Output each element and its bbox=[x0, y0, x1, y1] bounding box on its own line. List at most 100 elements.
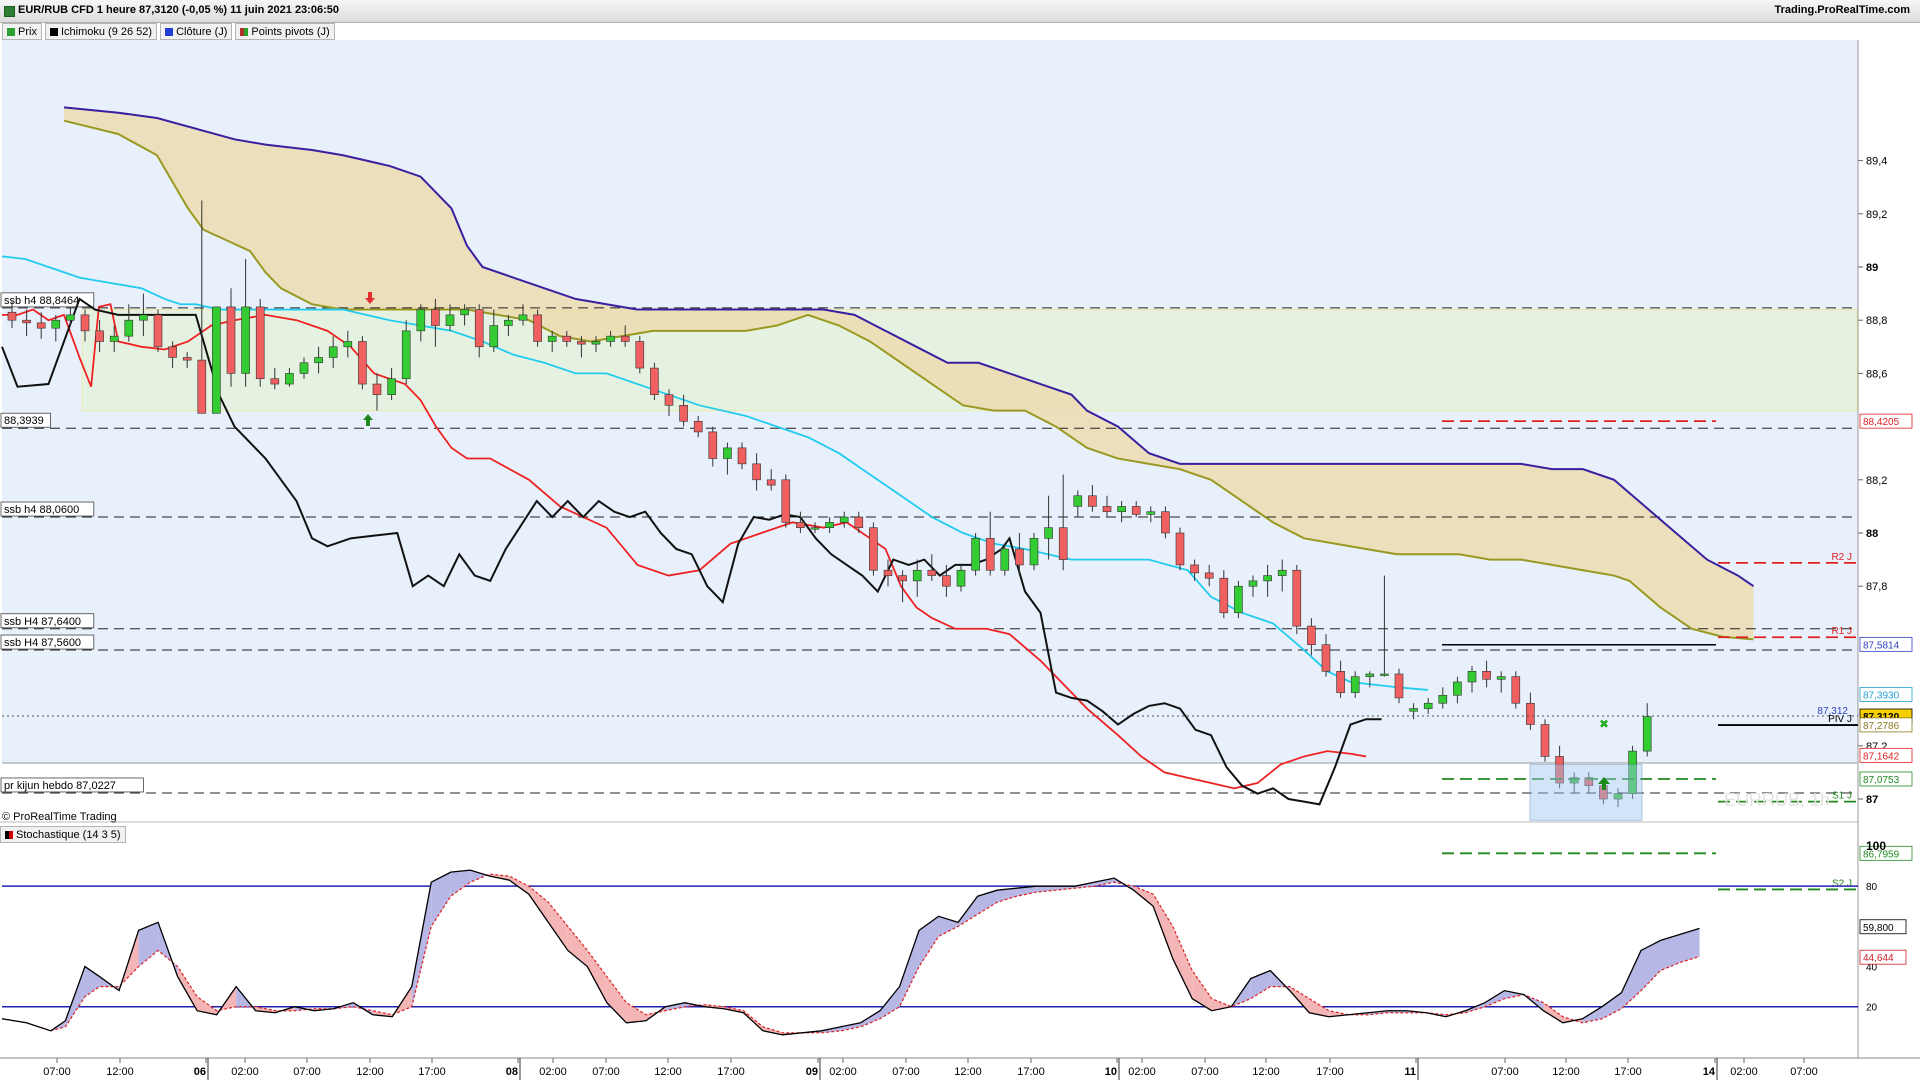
x-axis-label: 07:00 bbox=[43, 1066, 71, 1078]
candle-body bbox=[474, 309, 484, 348]
x-axis-label: 07:00 bbox=[293, 1066, 321, 1078]
legend-item-ichimoku[interactable]: Ichimoku (9 26 52) bbox=[44, 23, 158, 40]
stoch-fill-segment bbox=[919, 916, 939, 967]
price-tag-box bbox=[1859, 636, 1913, 652]
candle-body bbox=[1540, 724, 1550, 757]
candle-body bbox=[1526, 702, 1535, 725]
candle-body bbox=[650, 367, 659, 395]
candle-body bbox=[1365, 673, 1375, 677]
kijun-sen-line bbox=[1, 255, 1429, 691]
sell-arrow-icon bbox=[365, 292, 375, 304]
legend-item-prix[interactable]: Prix bbox=[2, 23, 42, 40]
level-label: ssb H4 87,6400 bbox=[4, 616, 81, 628]
candle-body bbox=[445, 314, 455, 326]
x-axis-label: 10 bbox=[1105, 1066, 1117, 1078]
stoch-fill-segment bbox=[684, 1002, 705, 1007]
stoch-value-tag bbox=[1859, 919, 1907, 935]
stoch-fill-segment bbox=[1075, 882, 1095, 889]
candle-body bbox=[1569, 777, 1579, 784]
candle-body bbox=[489, 325, 499, 348]
candle-body bbox=[547, 335, 557, 342]
stoch-fill-segment bbox=[626, 1002, 646, 1023]
buy-arrow-icon bbox=[363, 414, 373, 426]
candle-body bbox=[1088, 495, 1097, 507]
candle-body bbox=[1029, 538, 1039, 566]
stoch-fill-segment bbox=[255, 1006, 276, 1013]
stoch-axis-label: 20 bbox=[1866, 1003, 1878, 1014]
stoch-fill-segment bbox=[1172, 926, 1193, 999]
candle-body bbox=[1599, 785, 1608, 800]
legend-label: Prix bbox=[18, 25, 37, 38]
candle-body bbox=[1482, 671, 1491, 680]
candle-body bbox=[1409, 708, 1418, 712]
level-label-box bbox=[0, 412, 51, 428]
legend-swatch bbox=[7, 27, 15, 36]
candle-body bbox=[36, 322, 46, 329]
legend-swatch bbox=[240, 27, 249, 36]
candle-body bbox=[1219, 577, 1229, 614]
candle-body bbox=[343, 341, 353, 348]
stoch-value-label: 59,800 bbox=[1863, 923, 1894, 934]
stoch-fill-segment bbox=[1153, 894, 1173, 959]
x-axis-label: 07:00 bbox=[592, 1066, 620, 1078]
candle-body bbox=[956, 569, 966, 587]
stoch-fill-segment bbox=[84, 966, 100, 997]
candle-body bbox=[1073, 495, 1083, 507]
pivot-label: PIV J bbox=[1828, 714, 1852, 725]
candle-body bbox=[1131, 506, 1141, 515]
price-tag-box bbox=[1859, 687, 1913, 702]
stoch-fill-segment bbox=[841, 1022, 861, 1031]
x-axis-label: 02:00 bbox=[539, 1066, 567, 1078]
stoch-fill-segment bbox=[65, 966, 85, 1027]
candle-body bbox=[1146, 511, 1156, 515]
stoch-fill-segment bbox=[1484, 990, 1505, 1007]
legend-item-stochastique[interactable]: Stochastique (14 3 5) bbox=[0, 826, 126, 843]
kumo-cloud bbox=[64, 107, 1754, 640]
legend-swatch bbox=[49, 27, 58, 36]
x-axis-label: 02:00 bbox=[1128, 1066, 1156, 1078]
stoch-fill-segment bbox=[236, 986, 256, 1011]
stoch-fill-segment bbox=[138, 922, 159, 967]
stoch-fill-segment bbox=[1387, 1010, 1407, 1013]
candle-body bbox=[168, 346, 177, 358]
candle-body bbox=[80, 314, 90, 332]
legend-item-cloture[interactable]: Clôture (J) bbox=[160, 23, 233, 40]
stoch-fill-segment bbox=[431, 872, 451, 927]
candle-body bbox=[1190, 564, 1199, 574]
candle-body bbox=[679, 405, 688, 422]
price-tag-box bbox=[1859, 771, 1913, 787]
stoch-fill-segment bbox=[1231, 978, 1251, 1007]
price-tag-label: 87,0753 bbox=[1863, 775, 1900, 786]
candle-body bbox=[153, 314, 163, 348]
trading-chart-window: EUR/RUB CFD 1 heure 87,3120 (-0,05 %) 11… bbox=[0, 0, 1920, 1080]
stoch-fill-segment bbox=[1348, 1012, 1368, 1015]
source-link[interactable]: Trading.ProRealTime.com bbox=[1774, 4, 1910, 16]
x-axis-label: 07:00 bbox=[892, 1066, 920, 1078]
candle-body bbox=[387, 378, 396, 395]
price-tag-box bbox=[1859, 413, 1913, 429]
candle-body bbox=[285, 373, 294, 385]
x-axis-label: 12:00 bbox=[654, 1066, 682, 1078]
price-tag-label: 87,2786 bbox=[1863, 721, 1900, 732]
stoch-fill-segment bbox=[938, 916, 959, 937]
candle-body bbox=[985, 538, 995, 571]
stoch-fill-segment bbox=[958, 896, 978, 927]
stoch-axis-label: 80 bbox=[1866, 882, 1878, 893]
senkou-span-b-line bbox=[63, 106, 1755, 588]
legend-item-points-pivots[interactable]: Points pivots (J) bbox=[235, 23, 335, 40]
stoch-fill-segment bbox=[1621, 950, 1642, 1009]
candle-body bbox=[796, 522, 805, 528]
price-axis-label: 88 bbox=[1866, 528, 1878, 540]
legend-label: Clôture (J) bbox=[176, 25, 228, 38]
candle-body bbox=[971, 538, 980, 571]
stoch-fill-segment bbox=[158, 922, 178, 977]
price-axis-label: 89 bbox=[1866, 262, 1878, 274]
candle-body bbox=[942, 575, 951, 587]
price-chart[interactable]: ssb h4 88,8464 88,3939 ssb h4 88,0600 ssb H… bbox=[0, 0, 1920, 1080]
x-axis-label: 17:00 bbox=[1316, 1066, 1344, 1078]
candle-body bbox=[1642, 716, 1652, 752]
x-axis-label: 12:00 bbox=[1252, 1066, 1280, 1078]
candle-body bbox=[314, 357, 323, 364]
candle-body bbox=[22, 319, 31, 324]
stoch-fill-segment bbox=[1211, 998, 1232, 1011]
